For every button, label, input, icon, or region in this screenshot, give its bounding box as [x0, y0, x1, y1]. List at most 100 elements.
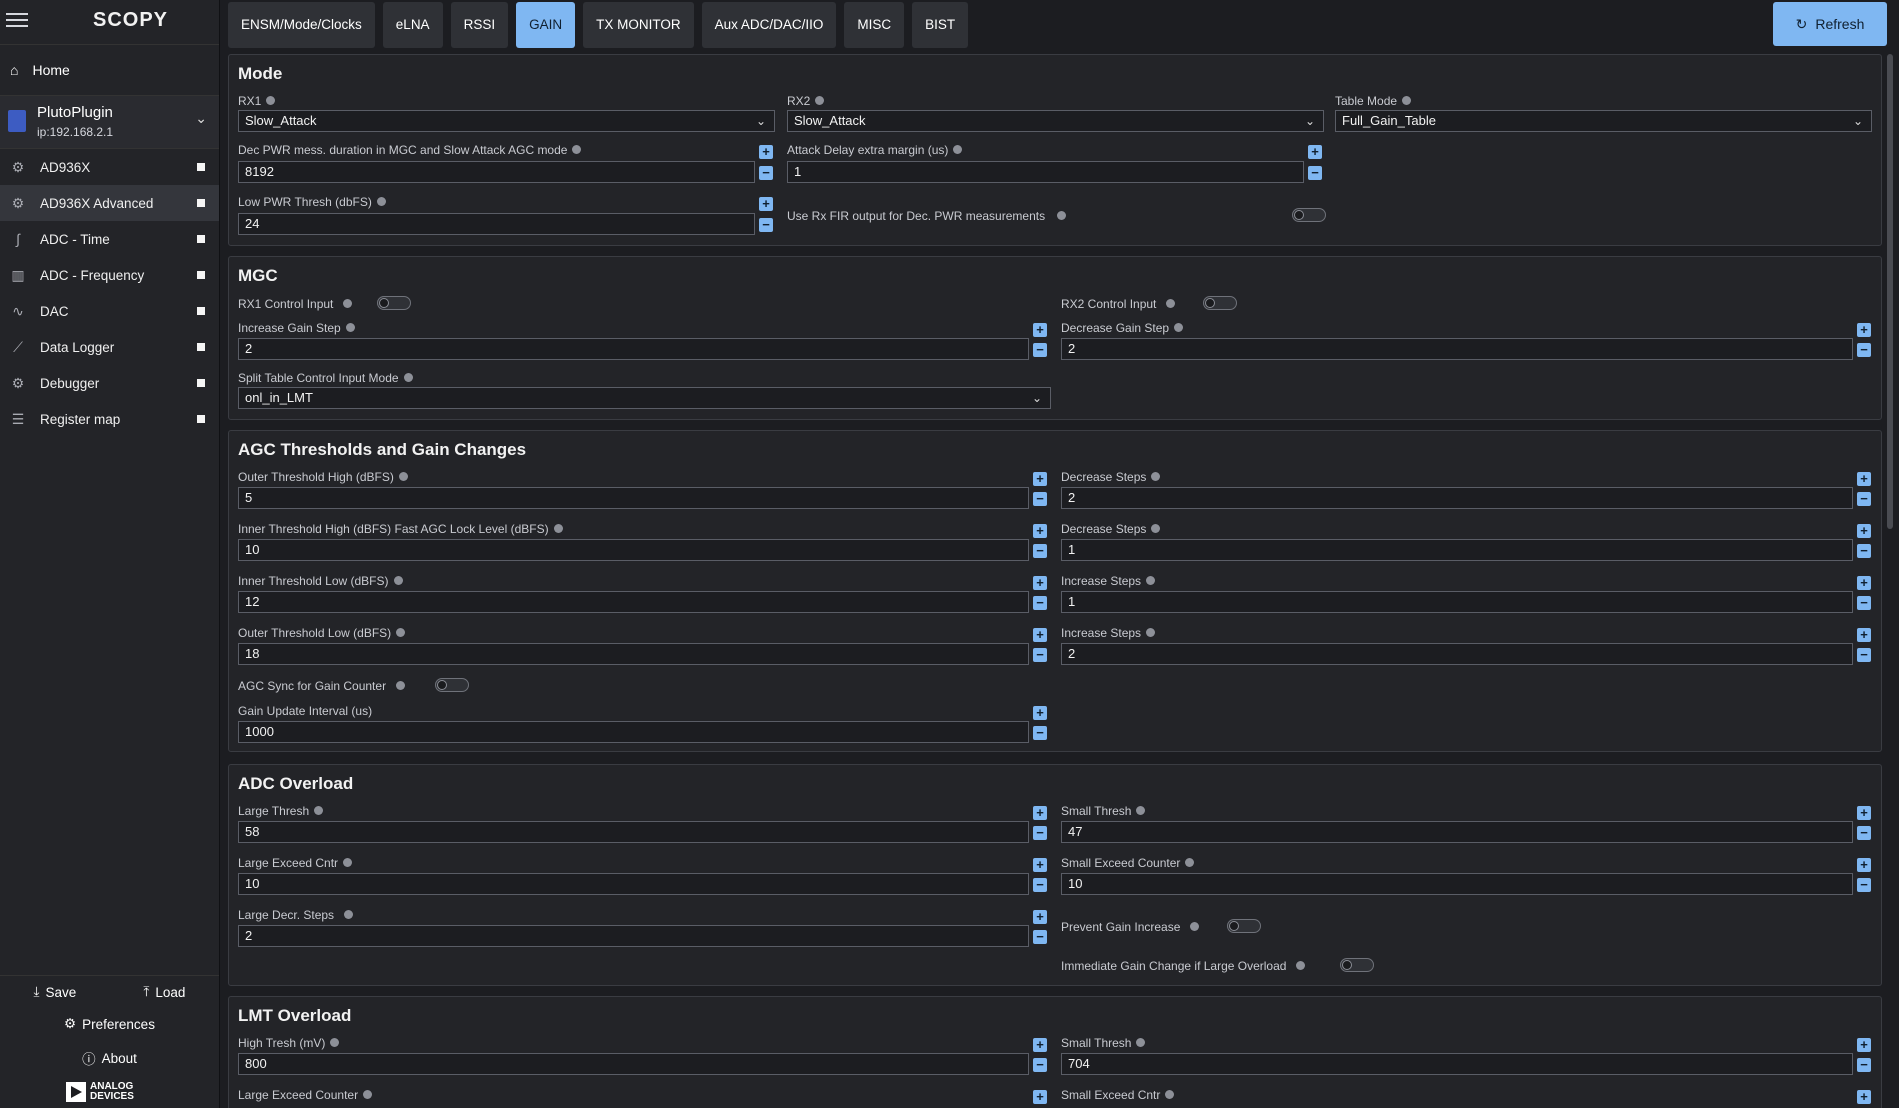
increment-button[interactable]: +: [1857, 576, 1871, 590]
split-table-select[interactable]: onl_in_LMT ⌄: [238, 387, 1051, 409]
increment-button[interactable]: +: [1033, 628, 1047, 642]
increment-button[interactable]: +: [1033, 323, 1047, 337]
tab-rssi[interactable]: RSSI: [450, 2, 509, 48]
increment-button[interactable]: +: [1033, 1038, 1047, 1052]
increase-gain-step-input[interactable]: 2: [238, 338, 1029, 360]
chevron-down-icon[interactable]: ⌄: [195, 110, 207, 127]
decrement-button[interactable]: −: [759, 218, 773, 232]
increment-button[interactable]: +: [759, 145, 773, 159]
increment-button[interactable]: +: [1033, 576, 1047, 590]
load-button[interactable]: ⤒ Load: [143, 984, 185, 1000]
increment-button[interactable]: +: [759, 197, 773, 211]
tab-tx-monitor[interactable]: TX MONITOR: [583, 2, 694, 48]
sidebar-item-debugger[interactable]: ⚙ Debugger: [0, 365, 219, 401]
decrement-button[interactable]: −: [1033, 596, 1047, 610]
outer-threshold-high-input[interactable]: 5: [238, 487, 1029, 509]
large-decr-steps-input[interactable]: 2: [238, 925, 1029, 947]
menu-icon[interactable]: [6, 10, 28, 28]
decrement-button[interactable]: −: [1857, 596, 1871, 610]
table-mode-select[interactable]: Full_Gain_Table ⌄: [1335, 110, 1872, 132]
increment-button[interactable]: +: [1857, 323, 1871, 337]
tab-gain[interactable]: GAIN: [516, 2, 576, 48]
outer-threshold-low-input[interactable]: 18: [238, 643, 1029, 665]
sidebar-item-ad936x-advanced[interactable]: ⚙ AD936X Advanced: [0, 185, 219, 221]
gain-update-interval-input[interactable]: 1000: [238, 721, 1029, 743]
tab-bist[interactable]: BIST: [912, 2, 969, 48]
increment-button[interactable]: +: [1857, 1090, 1871, 1104]
low-pwr-input[interactable]: 24: [238, 213, 755, 235]
large-thresh-input[interactable]: 58: [238, 821, 1029, 843]
decrement-button[interactable]: −: [1857, 343, 1871, 357]
decrement-button[interactable]: −: [1033, 930, 1047, 944]
agc-sync-toggle[interactable]: [435, 678, 469, 692]
sidebar-item-adc-frequency[interactable]: ▥ ADC - Frequency: [0, 257, 219, 293]
sidebar-item-dac[interactable]: ∿ DAC: [0, 293, 219, 329]
increase-steps-input[interactable]: 2: [1061, 643, 1853, 665]
tab-elna[interactable]: eLNA: [382, 2, 443, 48]
small-thresh-input[interactable]: 47: [1061, 821, 1853, 843]
increment-button[interactable]: +: [1857, 1038, 1871, 1052]
tab-ensm-mode-clocks[interactable]: ENSM/Mode/Clocks: [228, 2, 375, 48]
decrement-button[interactable]: −: [1033, 1058, 1047, 1072]
decrement-button[interactable]: −: [1857, 1058, 1871, 1072]
device-item[interactable]: PlutoPlugin ip:192.168.2.1 ⌄: [0, 96, 219, 149]
rx2-control-input-toggle[interactable]: [1203, 296, 1237, 310]
decrement-button[interactable]: −: [1033, 878, 1047, 892]
decrement-button[interactable]: −: [1033, 726, 1047, 740]
high-tresh-input[interactable]: 800: [238, 1053, 1029, 1075]
rx2-mode-select[interactable]: Slow_Attack ⌄: [787, 110, 1324, 132]
rx1-mode-select[interactable]: Slow_Attack ⌄: [238, 110, 775, 132]
decrement-button[interactable]: −: [1857, 492, 1871, 506]
refresh-button[interactable]: ↻ Refresh: [1773, 2, 1887, 46]
sidebar-item-ad936x[interactable]: ⚙ AD936X: [0, 149, 219, 185]
rx1-control-input-toggle[interactable]: [377, 296, 411, 310]
increment-button[interactable]: +: [1308, 145, 1322, 159]
sidebar-item-adc-time[interactable]: ∫ ADC - Time: [0, 221, 219, 257]
increment-button[interactable]: +: [1857, 806, 1871, 820]
tab-aux-adc-dac-iio[interactable]: Aux ADC/DAC/IIO: [701, 2, 837, 48]
decrement-button[interactable]: −: [1033, 826, 1047, 840]
increment-button[interactable]: +: [1857, 472, 1871, 486]
increment-button[interactable]: +: [1033, 524, 1047, 538]
prevent-gain-increase-toggle[interactable]: [1227, 919, 1261, 933]
increment-button[interactable]: +: [1857, 628, 1871, 642]
decrement-button[interactable]: −: [1857, 878, 1871, 892]
decrement-button[interactable]: −: [1033, 492, 1047, 506]
tab-misc[interactable]: MISC: [844, 2, 905, 48]
increment-button[interactable]: +: [1033, 472, 1047, 486]
decrease-steps-input[interactable]: 2: [1061, 487, 1853, 509]
increment-button[interactable]: +: [1033, 806, 1047, 820]
immediate-gain-change-toggle[interactable]: [1340, 958, 1374, 972]
small-exceed-counter-input[interactable]: 10: [1061, 873, 1853, 895]
small-thresh-input[interactable]: 704: [1061, 1053, 1853, 1075]
increment-button[interactable]: +: [1857, 524, 1871, 538]
inner-threshold-high-input[interactable]: 10: [238, 539, 1029, 561]
decrement-button[interactable]: −: [1857, 826, 1871, 840]
decrement-button[interactable]: −: [1857, 648, 1871, 662]
increment-button[interactable]: +: [1857, 858, 1871, 872]
about-button[interactable]: ⓘ About: [0, 1048, 219, 1068]
sidebar-item-register-map[interactable]: ☰ Register map: [0, 401, 219, 437]
sidebar-item-home[interactable]: ⌂ Home: [0, 45, 219, 96]
increment-button[interactable]: +: [1033, 706, 1047, 720]
decrement-button[interactable]: −: [1857, 544, 1871, 558]
increment-button[interactable]: +: [1033, 910, 1047, 924]
inner-threshold-low-input[interactable]: 12: [238, 591, 1029, 613]
decrement-button[interactable]: −: [1033, 343, 1047, 357]
increment-button[interactable]: +: [1033, 1090, 1047, 1104]
decrement-button[interactable]: −: [759, 166, 773, 180]
decrease-gain-step-input[interactable]: 2: [1061, 338, 1853, 360]
increase-steps-input[interactable]: 1: [1061, 591, 1853, 613]
attack-delay-input[interactable]: 1: [787, 161, 1304, 183]
large-exceed-cntr-input[interactable]: 10: [238, 873, 1029, 895]
decrement-button[interactable]: −: [1033, 648, 1047, 662]
decrement-button[interactable]: −: [1033, 544, 1047, 558]
preferences-button[interactable]: ⚙ Preferences: [0, 1016, 219, 1032]
use-rx-fir-toggle[interactable]: [1292, 208, 1326, 222]
decrease-steps-input[interactable]: 1: [1061, 539, 1853, 561]
scrollbar[interactable]: [1887, 54, 1893, 529]
save-button[interactable]: ⤓ Save: [34, 984, 77, 1000]
sidebar-item-data-logger[interactable]: ⟋ Data Logger: [0, 329, 219, 365]
dec-pwr-input[interactable]: 8192: [238, 161, 755, 183]
decrement-button[interactable]: −: [1308, 166, 1322, 180]
